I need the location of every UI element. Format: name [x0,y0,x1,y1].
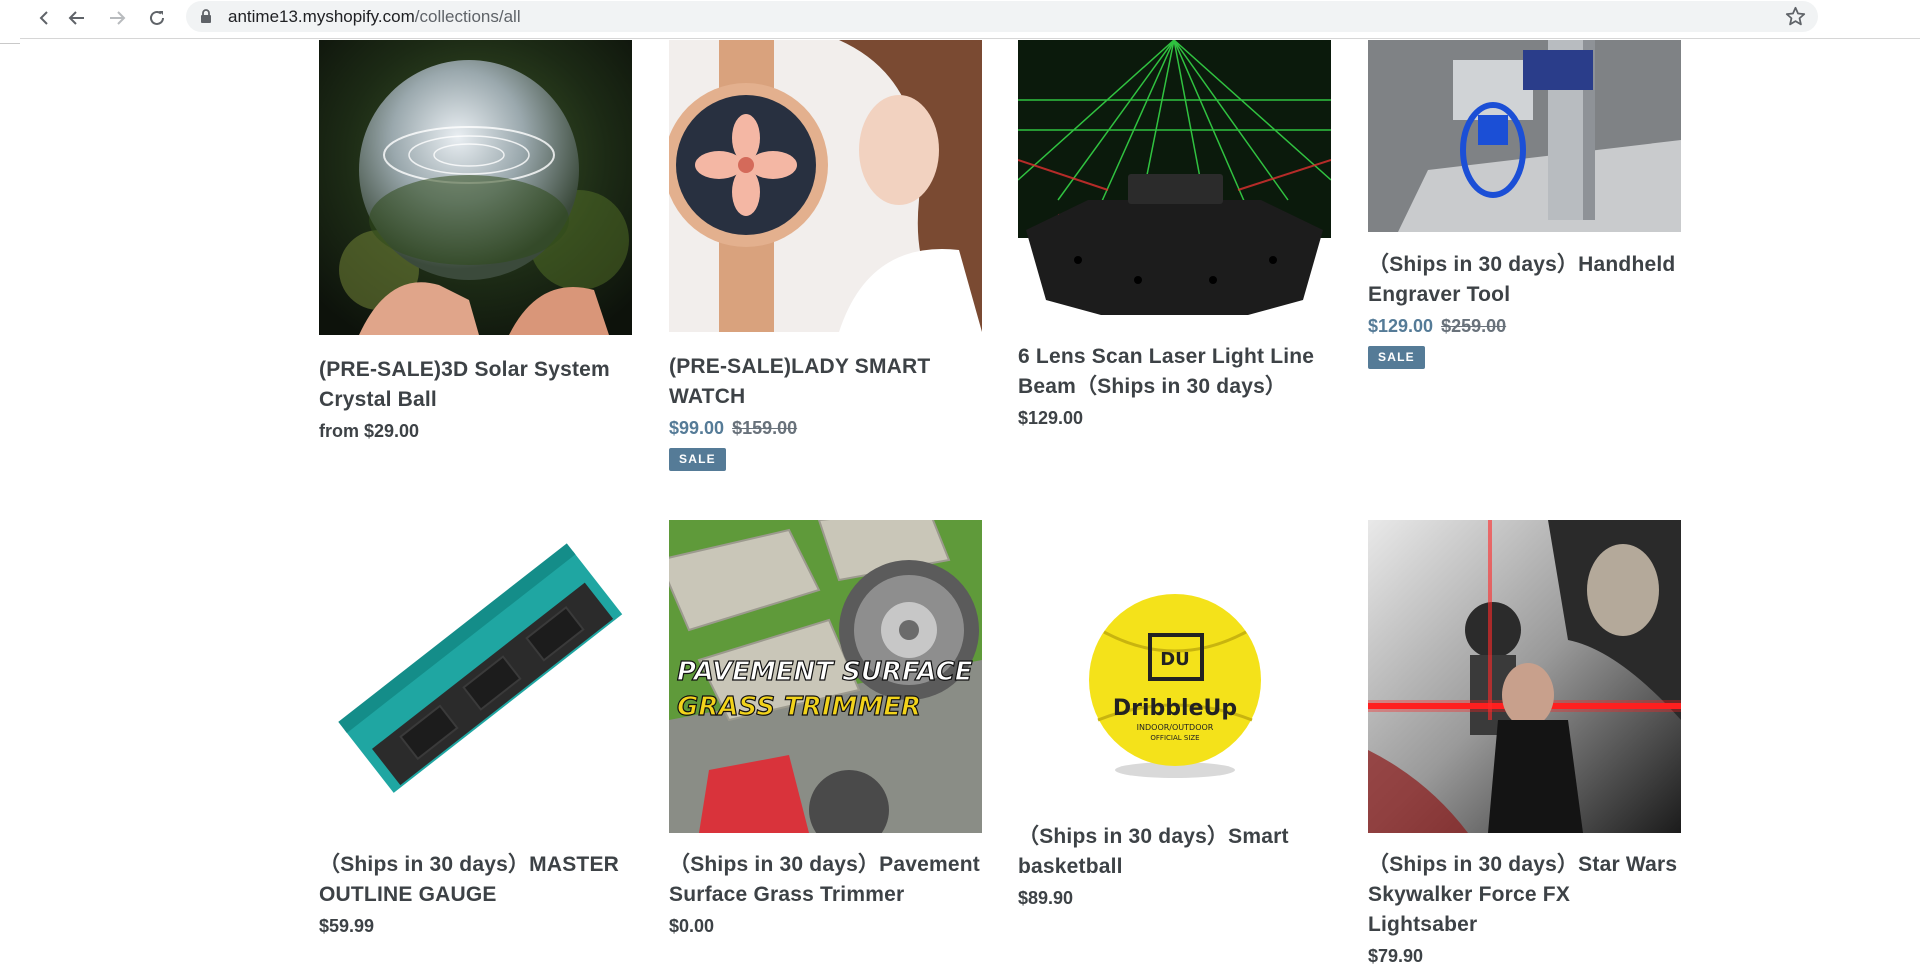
product-title[interactable]: （Ships in 30 days）Pavement Surface Grass… [669,850,982,910]
product-image[interactable]: DU DribbleUp INDOOR/OUTDOOR OFFICIAL SIZ… [1018,520,1331,805]
browser-toolbar: antime13.myshopify.com/collections/all [0,0,1920,44]
image-text-sub: INDOOR/OUTDOOR [1137,723,1214,732]
image-text-sub2: OFFICIAL SIZE [1150,734,1199,742]
forward-button[interactable] [102,3,132,33]
product-title[interactable]: （Ships in 30 days）Smart basketball [1018,822,1331,882]
back-history-button[interactable] [30,3,60,33]
price-row: $79.90 [1368,944,1681,968]
product-title[interactable]: 6 Lens Scan Laser Light Line Beam（Ships … [1018,342,1331,402]
product-title[interactable]: (PRE-SALE)3D Solar System Crystal Ball [319,355,632,415]
product-title[interactable]: （Ships in 30 days）Handheld Engraver Tool [1368,250,1681,310]
url-text[interactable]: antime13.myshopify.com/collections/all [228,7,521,27]
back-button[interactable] [62,3,92,33]
product-image[interactable] [669,40,982,332]
toolbar-edge [0,0,20,44]
reload-button[interactable] [142,3,172,33]
product-image[interactable] [1018,40,1331,322]
product-price: $129.00 [1018,408,1084,428]
product-price: from $29.00 [319,421,420,441]
image-text-logo: DU [1160,649,1190,670]
price-row: $89.90 [1018,886,1331,910]
url-host: antime13.myshopify.com [228,7,415,26]
image-text-line-1: PAVEMENT SURFACE [677,657,973,687]
chevron-left-icon [39,11,48,25]
arrow-left-icon [68,11,84,25]
price-row: from $29.00 [319,419,632,443]
product-grid: (PRE-SALE)3D Solar System Crystal Ball f… [0,0,1920,975]
product-image[interactable] [319,520,632,833]
price-row: $59.99 [319,914,632,938]
price-row: $0.00 [669,914,982,938]
product-price: $129.00 [1368,316,1434,336]
sale-badge: SALE [669,448,726,471]
product-title[interactable]: （Ships in 30 days）MASTER OUTLINE GAUGE [319,850,632,910]
address-bar[interactable]: antime13.myshopify.com/collections/all [186,1,1818,32]
product-price: $99.00 [669,418,725,438]
product-title[interactable]: （Ships in 30 days）Star Wars Skywalker Fo… [1368,850,1681,940]
compare-at-price: $259.00 [1441,316,1507,336]
image-text-brand: DribbleUp [1113,696,1237,721]
bookmark-star-icon[interactable] [1785,6,1806,27]
compare-at-price: $159.00 [732,418,798,438]
product-price: $59.99 [319,916,375,936]
product-price: $0.00 [669,916,715,936]
product-price: $89.90 [1018,888,1074,908]
product-title[interactable]: (PRE-SALE)LADY SMART WATCH [669,352,982,412]
url-path: /collections/all [414,7,521,26]
product-image[interactable]: PAVEMENT SURFACE GRASS TRIMMER [669,520,982,833]
price-row: $129.00 $259.00 [1368,314,1681,338]
lock-icon [201,9,211,23]
product-price: $79.90 [1368,946,1424,966]
image-text-line-2: GRASS TRIMMER [677,692,921,722]
reload-icon [150,10,164,25]
sale-badge: SALE [1368,346,1425,369]
product-image[interactable] [1368,520,1681,833]
price-row: $129.00 [1018,406,1331,430]
product-image[interactable] [319,40,632,335]
price-row: $99.00 $159.00 [669,416,982,440]
arrow-right-icon [110,11,126,25]
product-image[interactable] [1368,40,1681,232]
